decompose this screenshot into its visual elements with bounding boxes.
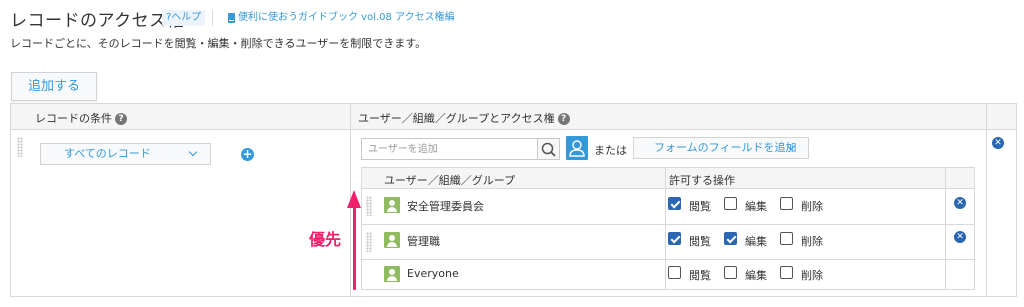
access-column-label: ユーザー／組織／グループとアクセス権: [358, 112, 555, 125]
edit-label: 編集: [745, 200, 767, 213]
group-icon: [384, 232, 400, 248]
view-checkbox[interactable]: [668, 197, 681, 210]
delete-label: 削除: [801, 269, 823, 282]
delete-label: 削除: [801, 235, 823, 248]
question-icon[interactable]: ?: [115, 113, 127, 125]
delete-checkbox[interactable]: [780, 266, 793, 279]
help-link[interactable]: ?ヘルプ: [162, 10, 206, 26]
delete-checkbox[interactable]: [780, 197, 793, 210]
priority-arrow: [353, 205, 356, 290]
edit-checkbox[interactable]: [724, 232, 737, 245]
remove-entity-icon[interactable]: ✕: [954, 197, 966, 209]
guidebook-link[interactable]: 便利に使おうガイドブック vol.08 アクセス権編: [228, 10, 455, 26]
access-column-header: ユーザー／組織／グループとアクセス権?: [358, 110, 570, 126]
column-divider: [665, 167, 666, 290]
edit-checkbox[interactable]: [724, 197, 737, 210]
entity-column-header: ユーザー／組織／グループ: [384, 174, 516, 187]
priority-label: 優先: [309, 230, 342, 249]
question-icon[interactable]: ?: [557, 113, 570, 125]
edit-label: 編集: [745, 235, 767, 248]
chevron-down-icon: [188, 147, 198, 157]
column-divider: [945, 167, 946, 290]
group-icon: [384, 266, 400, 282]
page-description: レコードごとに、そのレコードを閲覧・編集・削除できるユーザーを制限できます。: [10, 37, 427, 50]
column-divider: [986, 103, 987, 297]
remove-entity-icon[interactable]: ✕: [954, 231, 966, 243]
view-label: 閲覧: [689, 200, 711, 213]
row-divider: [361, 224, 975, 225]
entity-name: Everyone: [407, 267, 459, 280]
user-search-input[interactable]: [361, 138, 538, 160]
remove-row-icon[interactable]: ✕: [992, 137, 1004, 149]
person-icon: [569, 140, 585, 157]
drag-handle[interactable]: [17, 137, 23, 157]
view-label: 閲覧: [689, 235, 711, 248]
group-icon: [384, 197, 400, 213]
page-title: レコードのアクセス権: [10, 11, 185, 31]
priority-arrow-head: [347, 190, 361, 208]
search-button[interactable]: [538, 138, 560, 160]
guidebook-link-label: 便利に使おうガイドブック vol.08 アクセス権編: [238, 12, 455, 23]
view-checkbox[interactable]: [668, 232, 681, 245]
condition-select-value: すべてのレコード: [64, 147, 151, 160]
condition-select[interactable]: すべてのレコード: [40, 143, 211, 165]
drag-handle[interactable]: [366, 232, 372, 252]
add-form-field-label: フォームのフィールドを追加: [654, 141, 797, 154]
delete-label: 削除: [801, 200, 823, 213]
delete-checkbox[interactable]: [780, 232, 793, 245]
condition-column-header: レコードの条件?: [35, 110, 127, 126]
view-label: 閲覧: [689, 269, 711, 282]
edit-checkbox[interactable]: [724, 266, 737, 279]
add-condition-icon[interactable]: +: [241, 148, 254, 161]
book-icon: [228, 13, 235, 23]
or-label: または: [594, 144, 627, 157]
condition-column-label: レコードの条件: [35, 112, 112, 125]
row-divider: [361, 259, 975, 260]
view-checkbox[interactable]: [668, 266, 681, 279]
add-button[interactable]: 追加する: [11, 72, 97, 101]
entity-name: 管理職: [407, 235, 440, 248]
search-icon: [541, 142, 556, 157]
header-divider: [212, 10, 213, 26]
operations-column-header: 許可する操作: [669, 174, 735, 187]
edit-label: 編集: [745, 269, 767, 282]
drag-handle[interactable]: [366, 196, 372, 216]
entity-name: 安全管理委員会: [407, 200, 484, 213]
user-select-button[interactable]: [566, 136, 588, 160]
add-form-field-button[interactable]: フォームのフィールドを追加: [633, 137, 809, 159]
